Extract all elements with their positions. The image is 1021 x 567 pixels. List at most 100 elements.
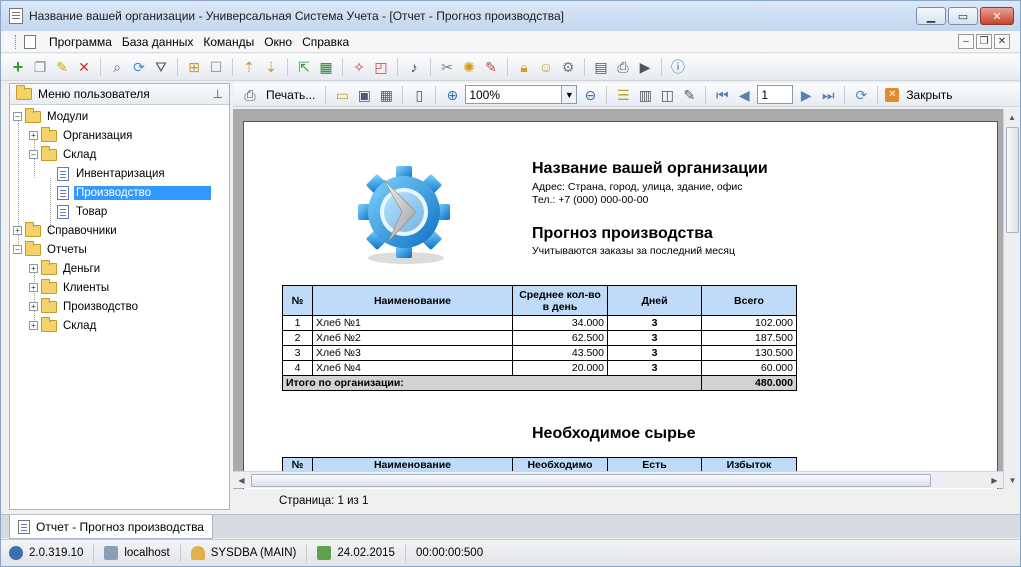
horizontal-scroll-thumb[interactable]	[251, 474, 931, 487]
collapse-icon[interactable]: –	[29, 150, 38, 159]
zoom-out-icon[interactable]: ⊖	[581, 86, 599, 104]
mdi-document-icon[interactable]	[24, 34, 36, 49]
scroll-down-icon[interactable]: ▼	[1004, 472, 1020, 489]
move-up-icon[interactable]: ⇡	[240, 58, 258, 76]
excel-icon[interactable]: ▦	[317, 58, 335, 76]
calendar-icon[interactable]: ▤	[592, 58, 610, 76]
lock-icon[interactable]: 🔒︎	[515, 58, 533, 76]
status-user: SYSDBA (MAIN)	[190, 544, 308, 562]
open-folder-icon[interactable]: ▭	[333, 86, 351, 104]
scroll-right-icon[interactable]: ▶	[986, 472, 1003, 489]
tree-node-modules[interactable]: – Модули	[13, 107, 90, 126]
menu-help[interactable]: Справка	[297, 35, 354, 49]
printer-icon[interactable]: ⎙	[241, 86, 259, 104]
close-report-button[interactable]: Закрыть	[903, 88, 955, 102]
scroll-up-icon[interactable]: ▲	[1004, 109, 1020, 126]
tab-production-forecast[interactable]: Отчет - Прогноз производства	[9, 515, 213, 539]
filter-icon[interactable]: ⛛	[152, 58, 170, 76]
edit-icon[interactable]: ✎	[53, 58, 71, 76]
move-down-icon[interactable]: ⇣	[262, 58, 280, 76]
status-date: 24.02.2015	[317, 544, 406, 562]
find-icon[interactable]: ◫	[658, 86, 676, 104]
expand-icon[interactable]: +	[29, 283, 38, 292]
zoom-in-icon[interactable]: ⊕	[443, 86, 461, 104]
info-icon[interactable]: ⓘ	[669, 58, 687, 76]
tree-node-warehouse-reports[interactable]: + Склад	[29, 316, 98, 335]
print-icon[interactable]: ⎙	[614, 58, 632, 76]
tools-icon[interactable]: ✂	[438, 58, 456, 76]
users-icon[interactable]: ☺	[537, 58, 555, 76]
tree-node-warehouse[interactable]: – Склад	[29, 145, 98, 164]
comment-icon[interactable]: ☐	[207, 58, 225, 76]
tree-node-organization[interactable]: + Организация	[29, 126, 134, 145]
maximize-button[interactable]: ▭	[948, 7, 978, 25]
tree-node-inventory[interactable]: Инвентаризация	[57, 164, 167, 183]
menu-database[interactable]: База данных	[117, 35, 198, 49]
horizontal-scrollbar[interactable]: ◀ ▶	[233, 471, 1003, 488]
menu-grip[interactable]	[15, 34, 18, 49]
media-icon[interactable]: ▶	[636, 58, 654, 76]
settings-icon[interactable]: ⚙	[559, 58, 577, 76]
zoom-select[interactable]: 100% ▼	[465, 85, 578, 104]
mdi-restore-button[interactable]: ❐	[976, 34, 992, 49]
expand-icon[interactable]: +	[13, 226, 22, 235]
copy-icon[interactable]: ❐	[31, 58, 49, 76]
chevron-down-icon[interactable]: ▼	[561, 86, 577, 103]
search-icon[interactable]: ⌕	[108, 58, 126, 76]
tree-node-references[interactable]: + Справочники	[13, 221, 119, 240]
export-icon[interactable]: ⇱	[295, 58, 313, 76]
add-icon[interactable]: +	[9, 58, 27, 76]
col-header-avg-per-day: Среднее кол-во в день	[512, 285, 608, 316]
org-phone: Тел.: +7 (000) 000-00-00	[532, 194, 649, 206]
tree-node-production-reports[interactable]: + Производство	[29, 297, 140, 316]
collapse-icon[interactable]: –	[13, 112, 22, 121]
edit-page-icon[interactable]: ✎	[680, 86, 698, 104]
thumbnails-icon[interactable]: ▥	[636, 86, 654, 104]
close-report-icon[interactable]: ✕	[885, 87, 900, 102]
vertical-scroll-thumb[interactable]	[1006, 127, 1019, 233]
wizard-icon[interactable]: ✺	[460, 58, 478, 76]
pin-icon[interactable]: ⊥	[213, 87, 223, 101]
delete-icon[interactable]: ✕	[75, 58, 93, 76]
collapse-icon[interactable]: –	[13, 245, 22, 254]
minimize-button[interactable]: ▁	[916, 7, 946, 25]
menu-window[interactable]: Окно	[259, 35, 297, 49]
print-button[interactable]: Печать...	[263, 88, 318, 102]
tree-node-goods[interactable]: Товар	[57, 202, 109, 221]
expand-icon[interactable]: +	[29, 321, 38, 330]
hierarchy-icon[interactable]: ⊞	[185, 58, 203, 76]
tree-node-production-selected[interactable]: Производство	[57, 183, 211, 202]
export-excel-icon[interactable]: ▦	[377, 86, 395, 104]
last-page-icon[interactable]: ⏭	[819, 86, 837, 104]
user-icon	[190, 546, 205, 560]
reload-icon[interactable]: ⟳	[852, 86, 870, 104]
toolbar-separator	[177, 58, 178, 76]
mdi-minimize-button[interactable]: –	[958, 34, 974, 49]
scroll-left-icon[interactable]: ◀	[233, 472, 250, 489]
expand-icon[interactable]: +	[29, 302, 38, 311]
tree-node-reports[interactable]: – Отчеты	[13, 240, 89, 259]
prev-page-icon[interactable]: ◀	[735, 86, 753, 104]
save-icon[interactable]: ▣	[355, 86, 373, 104]
page-setup-icon[interactable]: ▯	[410, 86, 428, 104]
tree-node-money[interactable]: + Деньги	[29, 259, 102, 278]
status-bar: 2.0.319.10 localhost SYSDBA (MAIN) 24.02…	[1, 539, 1020, 566]
expand-icon[interactable]: +	[29, 264, 38, 273]
menu-commands[interactable]: Команды	[198, 35, 259, 49]
sound-icon[interactable]: ♪	[405, 58, 423, 76]
menu-program[interactable]: Программа	[44, 35, 117, 49]
first-page-icon[interactable]: ⏮	[713, 86, 731, 104]
refresh-icon[interactable]: ⟳	[130, 58, 148, 76]
report-toolbar: ⎙ Печать... ▭ ▣ ▦ ▯ ⊕ 100% ▼ ⊖ ☰ ▥ ◫ ✎ ⏮…	[233, 83, 1020, 107]
tree-node-clients[interactable]: + Клиенты	[29, 278, 111, 297]
note-icon[interactable]: ✎	[482, 58, 500, 76]
new-window-icon[interactable]: ✧	[350, 58, 368, 76]
open-window-icon[interactable]: ◰	[372, 58, 390, 76]
page-number-input[interactable]: 1	[757, 85, 794, 104]
close-window-button[interactable]: ✕	[980, 7, 1014, 25]
expand-icon[interactable]: +	[29, 131, 38, 140]
mdi-close-button[interactable]: ✕	[994, 34, 1010, 49]
next-page-icon[interactable]: ▶	[797, 86, 815, 104]
outline-icon[interactable]: ☰	[614, 86, 632, 104]
vertical-scrollbar[interactable]: ▲ ▼	[1003, 109, 1020, 489]
